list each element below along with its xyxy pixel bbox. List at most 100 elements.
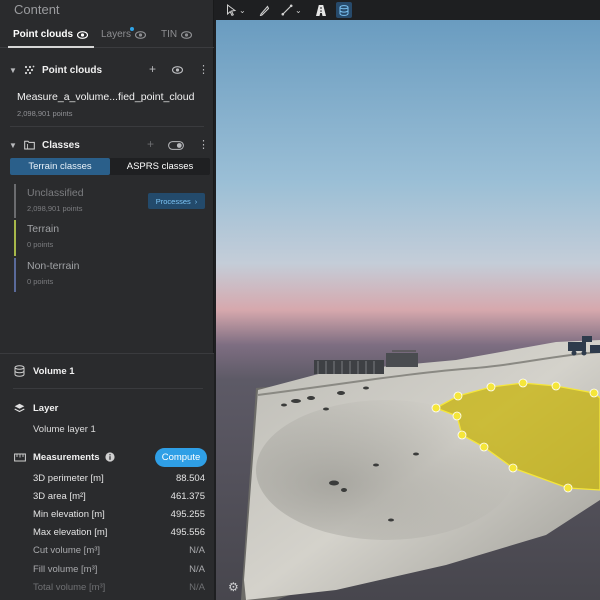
class-color-bar [14, 184, 16, 218]
measurement-label: Fill volume [m³] [33, 564, 98, 575]
chevron-down-icon: ⌄ [295, 5, 302, 15]
draw-tool[interactable] [259, 2, 270, 18]
chevron-down-icon[interactable]: ▼ [9, 66, 17, 75]
tab-point-clouds[interactable]: Point clouds [13, 29, 88, 40]
measurement-value: 495.556 [170, 527, 205, 538]
measurement-row: Max elevation [m] 495.556 [33, 527, 205, 541]
divider [10, 126, 204, 127]
point-cloud-name[interactable]: Measure_a_volume...fied_point_cloud [17, 91, 194, 103]
line-tool[interactable]: ⌄ [281, 2, 302, 18]
tab-asprs-classes[interactable]: ASPRS classes [110, 158, 210, 175]
measurement-value: N/A [189, 545, 205, 556]
compute-button[interactable]: Compute [155, 448, 207, 467]
measurement-label: 3D perimeter [m] [33, 473, 104, 484]
road-icon [316, 4, 326, 16]
measurement-label: Cut volume [m³] [33, 545, 101, 556]
ruler-icon [14, 453, 26, 462]
more-icon[interactable]: ⋮ [198, 64, 209, 76]
tab-tin[interactable]: TIN [161, 29, 193, 40]
select-tool[interactable]: ⌄ [226, 2, 246, 18]
chevron-right-icon: › [194, 196, 198, 206]
measurement-value: N/A [189, 564, 205, 575]
polygon-vertex[interactable] [508, 463, 518, 473]
tab-label: TIN [161, 29, 178, 40]
polygon-vertex[interactable] [551, 381, 561, 391]
polygon-vertex[interactable] [431, 403, 441, 413]
polygon-vertex[interactable] [486, 382, 496, 392]
measurement-row: Min elevation [m] 495.255 [33, 509, 205, 523]
point-cloud-count: 2,098,901 points [17, 109, 73, 118]
polygon-vertex[interactable] [453, 391, 463, 401]
classes-section-header[interactable]: ▼ Classes + ⋮ [0, 134, 214, 156]
folder-icon [24, 140, 35, 150]
line-icon [281, 4, 293, 16]
eye-icon[interactable] [172, 66, 183, 74]
divider [13, 388, 203, 389]
point-cloud-icon [24, 65, 35, 74]
layers-icon [14, 403, 25, 413]
measurement-row: 3D area [m²] 461.375 [33, 491, 205, 505]
cursor-icon [227, 4, 237, 16]
gear-icon[interactable]: ⚙ [228, 580, 239, 594]
info-icon[interactable] [105, 452, 115, 462]
polygon-vertex[interactable] [518, 378, 528, 388]
class-color-bar [14, 258, 16, 292]
section-label: Point clouds [42, 64, 102, 76]
measurement-label: 3D area [m²] [33, 491, 86, 502]
tab-layers[interactable]: Layers [101, 29, 147, 40]
measurement-row: Cut volume [m³] N/A [33, 545, 205, 559]
measurement-label: Max elevation [m] [33, 527, 108, 538]
point-clouds-section-header[interactable]: ▼ Point clouds + ⋮ [0, 59, 214, 81]
polygon-vertex[interactable] [479, 442, 489, 452]
class-color-bar [14, 220, 16, 256]
class-count: 0 points [27, 240, 54, 249]
measurement-label: Total volume [m³] [33, 582, 106, 593]
measurement-row: Fill volume [m³] N/A [33, 564, 205, 578]
volume-title[interactable]: Volume 1 [33, 366, 75, 377]
class-name-non-terrain[interactable]: Non-terrain [27, 260, 80, 272]
polygon-vertex[interactable] [563, 483, 573, 493]
eye-icon [181, 30, 193, 39]
panel-title: Content [14, 2, 60, 17]
chevron-down-icon: ⌄ [239, 5, 246, 15]
measurement-label: Min elevation [m] [33, 509, 105, 520]
viewport-toolbar: ⌄ ⌄ [214, 0, 600, 20]
volume-tool[interactable] [336, 2, 352, 18]
class-name-terrain[interactable]: Terrain [27, 223, 59, 235]
measurement-value: 495.255 [170, 509, 205, 520]
scene-canvas[interactable] [216, 20, 600, 600]
tab-terrain-classes[interactable]: Terrain classes [10, 158, 110, 175]
layer-value[interactable]: Volume layer 1 [33, 424, 96, 435]
database-icon [14, 365, 25, 377]
measurement-value: 461.375 [170, 491, 205, 502]
plus-icon[interactable]: + [149, 63, 156, 75]
eye-icon [135, 30, 147, 39]
notification-dot [130, 27, 134, 31]
road-tool[interactable] [315, 2, 327, 18]
more-icon[interactable]: ⋮ [198, 139, 209, 151]
measurement-row: Total volume [m³] N/A [33, 582, 205, 596]
processes-label: Processes [155, 196, 191, 206]
class-type-tabs: Terrain classes ASPRS classes [10, 158, 210, 175]
active-tab-indicator [8, 46, 94, 48]
tab-label: Layers [101, 29, 132, 40]
polygon-vertex[interactable] [452, 411, 462, 421]
processes-button[interactable]: Processes › [148, 193, 205, 209]
eye-icon [77, 30, 88, 39]
layer-label: Layer [33, 403, 59, 414]
pen-icon [259, 5, 270, 16]
database-icon [339, 4, 349, 16]
measurement-value: 88.504 [175, 473, 205, 484]
section-label: Classes [42, 139, 80, 151]
3d-viewport[interactable] [216, 20, 600, 600]
measurement-row: 3D perimeter [m] 88.504 [33, 473, 205, 487]
measurements-label: Measurements [33, 452, 100, 463]
class-count: 2,098,901 points [27, 204, 83, 213]
toggle-icon[interactable] [168, 141, 184, 150]
class-name-unclassified[interactable]: Unclassified [27, 187, 84, 199]
polygon-vertex[interactable] [589, 388, 599, 398]
polygon-vertex[interactable] [457, 430, 467, 440]
chevron-down-icon[interactable]: ▼ [9, 141, 17, 150]
plus-icon[interactable]: + [147, 138, 154, 150]
content-tabs: Point clouds Layers TIN [0, 24, 214, 48]
